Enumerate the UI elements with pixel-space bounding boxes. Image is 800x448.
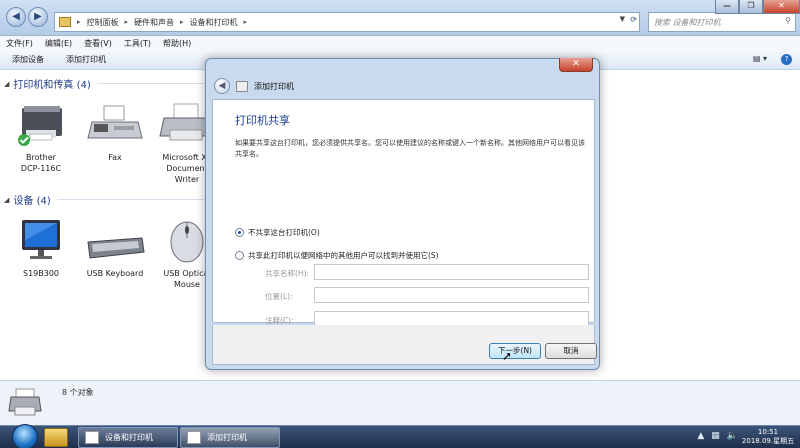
divider xyxy=(96,83,204,84)
refresh-icon[interactable]: ⟳ xyxy=(630,15,637,24)
mouse-cursor-icon: ➚ xyxy=(502,349,513,363)
printer-icon xyxy=(85,431,99,444)
fax-icon xyxy=(84,100,146,148)
collapse-triangle-icon[interactable]: ◢ xyxy=(4,80,9,88)
show-hidden-icons-icon[interactable]: ▲ xyxy=(697,431,704,441)
dialog-title: 添加打印机 xyxy=(254,81,294,91)
device-label-line1: Brother xyxy=(26,153,56,162)
item-count: 8 个对象 xyxy=(62,388,94,397)
search-placeholder: 搜索 设备和打印机 xyxy=(654,18,721,27)
taskbar: 设备和打印机 添加打印机 ▲ ▦ 🔈 10:51 2018.09.星期五 xyxy=(0,424,800,448)
share-name-label: 共享名称(H): xyxy=(265,269,310,278)
chevron-right-icon: ▸ xyxy=(180,18,184,26)
taskbar-task-label: 添加打印机 xyxy=(207,433,247,442)
chevron-right-icon: ▸ xyxy=(77,18,81,26)
breadcrumb-hardware-sound[interactable]: 硬件和声音 xyxy=(134,17,174,28)
search-input[interactable]: 搜索 设备和打印机 ⚲ xyxy=(648,12,796,32)
divider xyxy=(56,199,204,200)
chevron-down-icon[interactable]: ▼ xyxy=(620,15,625,23)
printers-group-title: 打印机和传真 (4) xyxy=(13,80,91,91)
search-icon: ⚲ xyxy=(785,16,791,25)
breadcrumb-devices-printers[interactable]: 设备和打印机 xyxy=(190,17,238,28)
next-button[interactable]: 下一步(N) xyxy=(489,343,541,359)
minimize-button[interactable]: — xyxy=(715,0,739,14)
system-tray: ▲ ▦ 🔈 xyxy=(697,431,738,441)
option-share-label: 共享此打印机以便网络中的其他用户可以找到并使用它(S) xyxy=(248,251,439,260)
menu-bar: 文件(F) 编辑(E) 查看(V) 工具(T) 帮助(H) xyxy=(0,36,800,50)
radio-selected[interactable] xyxy=(235,228,244,237)
view-controls: ▤ ▾ ? xyxy=(753,54,792,65)
collapse-triangle-icon[interactable]: ◢ xyxy=(4,196,9,204)
dialog-body: 打印机共享 如果要共享这台打印机，您必须提供共享名。您可以使用建议的名称或键入一… xyxy=(212,99,595,327)
document-icon xyxy=(187,431,201,444)
printer-icon xyxy=(236,80,248,92)
cancel-button[interactable]: 取消 xyxy=(545,343,597,359)
location-input xyxy=(314,287,589,303)
chevron-right-icon: ▸ xyxy=(243,18,248,26)
printer-fax[interactable]: Fax xyxy=(80,100,150,163)
menu-tools[interactable]: 工具(T) xyxy=(124,38,151,49)
devices-group-title: 设备 (4) xyxy=(13,196,51,207)
maximize-button[interactable]: ❐ xyxy=(739,0,763,14)
breadcrumb-control-panel[interactable]: 控制面板 xyxy=(87,17,119,28)
clock[interactable]: 10:51 2018.09.星期五 xyxy=(740,428,796,446)
title-bar: ◀ ▶ ▸ 控制面板 ▸ 硬件和声音 ▸ 设备和打印机 ▸ ▼ ⟳ 搜索 设备和… xyxy=(0,0,800,36)
clock-date: 2018.09.星期五 xyxy=(741,437,795,445)
dialog-header: ◀ 添加打印机 xyxy=(212,75,595,97)
back-arrow-icon[interactable]: ◀ xyxy=(214,78,230,94)
devices-group-header[interactable]: ◢ 设备 (4) xyxy=(4,192,204,207)
menu-edit[interactable]: 编辑(E) xyxy=(45,38,72,49)
clock-time: 10:51 xyxy=(757,428,779,436)
address-bar[interactable]: ▸ 控制面板 ▸ 硬件和声音 ▸ 设备和打印机 ▸ ▼ ⟳ xyxy=(54,12,640,32)
add-printer-dialog: ✕ ◀ 添加打印机 打印机共享 如果要共享这台打印机，您必须提供共享名。您可以使… xyxy=(205,58,600,370)
taskbar-task-label: 设备和打印机 xyxy=(105,433,153,442)
printers-group-header[interactable]: ◢ 打印机和传真 (4) xyxy=(4,76,204,91)
device-label-line1: USB Keyboard xyxy=(86,269,144,278)
network-icon[interactable]: ▦ xyxy=(711,431,720,441)
location-label: 位置(L): xyxy=(265,292,293,301)
add-device-button[interactable]: 添加设备 xyxy=(12,54,44,65)
device-keyboard[interactable]: USB Keyboard xyxy=(80,216,150,279)
option-no-share[interactable]: 不共享这台打印机(O) xyxy=(235,227,320,238)
taskbar-devices-printers[interactable]: 设备和打印机 xyxy=(78,427,178,448)
keyboard-icon xyxy=(84,216,146,264)
view-options-icon[interactable]: ▤ ▾ xyxy=(753,54,767,65)
dialog-description: 如果要共享这台打印机，您必须提供共享名。您可以使用建议的名称或键入一个新名称。其… xyxy=(235,139,585,158)
monitor-icon xyxy=(10,216,72,264)
device-label-line2: DCP-116C xyxy=(20,164,62,173)
share-name-input xyxy=(314,264,589,280)
taskbar-add-printer[interactable]: 添加打印机 xyxy=(180,427,280,448)
forward-button[interactable]: ▶ xyxy=(28,7,48,27)
device-monitor[interactable]: S19B300 xyxy=(6,216,76,279)
status-bar: 8 个对象 xyxy=(0,380,800,425)
dialog-close-button[interactable]: ✕ xyxy=(559,58,593,72)
menu-view[interactable]: 查看(V) xyxy=(84,38,112,49)
multifunction-printer-icon xyxy=(10,100,72,148)
menu-file[interactable]: 文件(F) xyxy=(6,38,33,49)
start-button[interactable] xyxy=(12,424,38,448)
option-share[interactable]: 共享此打印机以便网络中的其他用户可以找到并使用它(S) xyxy=(235,250,439,261)
back-button[interactable]: ◀ xyxy=(6,7,26,27)
explorer-folder-icon[interactable] xyxy=(44,428,68,447)
volume-icon[interactable]: 🔈 xyxy=(727,431,738,441)
radio-unselected[interactable] xyxy=(235,251,244,260)
chevron-right-icon: ▸ xyxy=(124,18,129,26)
printer-brother[interactable]: Brother DCP-116C xyxy=(6,100,76,174)
device-label-line1: S19B300 xyxy=(22,269,59,278)
device-label-line1: Fax xyxy=(108,153,122,162)
printer-icon xyxy=(8,387,44,421)
folder-icon xyxy=(59,17,71,27)
option-no-share-label: 不共享这台打印机(O) xyxy=(248,228,320,237)
close-button[interactable]: ✕ xyxy=(763,0,800,14)
menu-help[interactable]: 帮助(H) xyxy=(163,38,191,49)
add-printer-button[interactable]: 添加打印机 xyxy=(66,54,106,65)
help-icon[interactable]: ? xyxy=(781,54,792,65)
dialog-heading: 打印机共享 xyxy=(235,114,290,127)
